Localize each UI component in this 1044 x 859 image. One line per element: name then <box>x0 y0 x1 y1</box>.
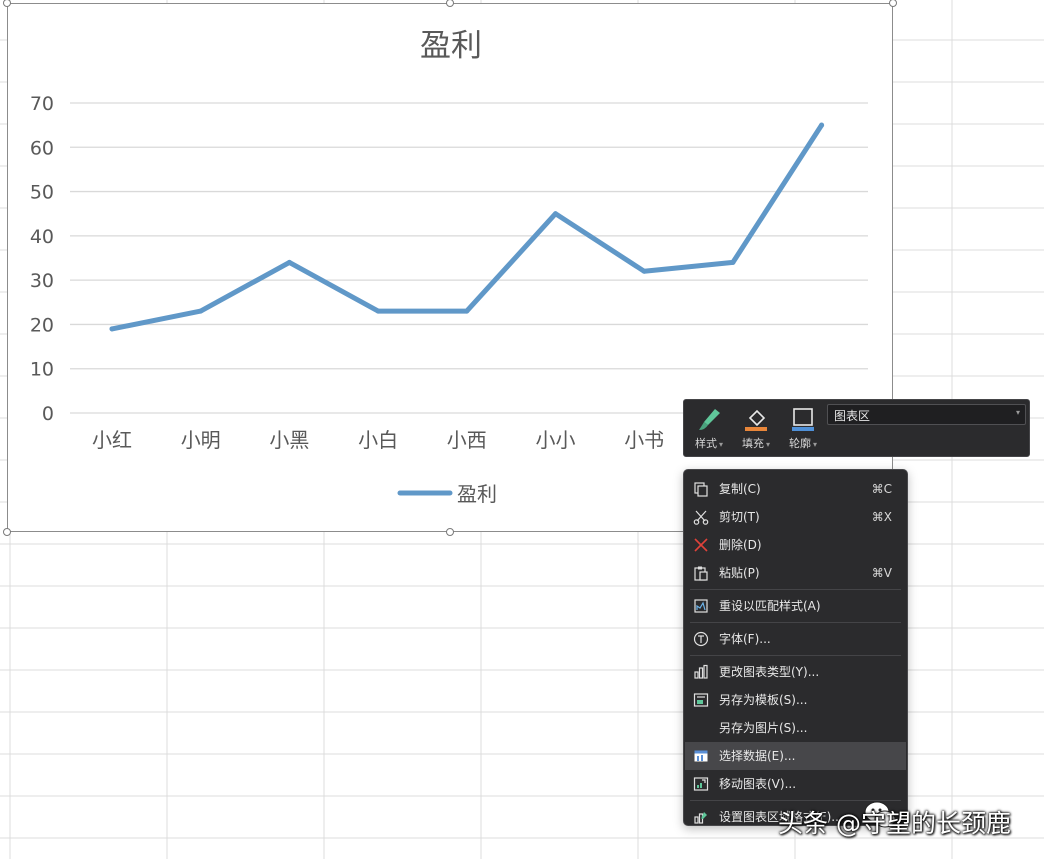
menu-item-label: 删除(D) <box>719 538 762 552</box>
y-axis-labels[interactable]: 0 10 20 30 40 50 60 70 <box>30 93 54 425</box>
menu-item-label: 剪切(T) <box>719 510 760 524</box>
y-tick-label: 60 <box>30 137 54 159</box>
y-tick-label: 10 <box>30 359 54 381</box>
legend[interactable]: 盈利 <box>397 482 497 506</box>
chevron-down-icon: ▾ <box>765 440 770 449</box>
chevron-down-icon: ▾ <box>718 440 723 449</box>
fill-button[interactable]: 填充 ▾ <box>734 404 778 454</box>
menu-item-shortcut: ⌘C <box>871 482 892 496</box>
chevron-down-icon: ▾ <box>812 440 817 449</box>
paste-icon <box>694 566 708 581</box>
data-point[interactable] <box>286 259 292 265</box>
menu-item-label: 字体(F)... <box>719 632 771 646</box>
outline-button[interactable]: 轮廓 ▾ <box>781 404 825 454</box>
x-tick-label: 小书 <box>624 428 664 452</box>
menu-item-label: 另存为图片(S)... <box>719 721 808 735</box>
select-data-icon <box>694 750 708 762</box>
menu-item-cut[interactable]: 剪切(T) ⌘X <box>685 503 906 531</box>
y-tick-label: 30 <box>30 270 54 292</box>
x-tick-label: 小黑 <box>269 428 309 452</box>
resize-handle-bottom-middle[interactable] <box>446 528 454 536</box>
y-tick-label: 70 <box>30 93 54 115</box>
menu-item-label: 移动图表(V)... <box>719 777 797 791</box>
x-tick-label: 小白 <box>358 428 398 452</box>
y-tick-label: 50 <box>30 182 54 204</box>
data-point[interactable] <box>198 308 204 314</box>
chart-type-icon <box>694 664 708 679</box>
x-tick-label: 小明 <box>181 428 221 452</box>
reset-style-icon <box>694 599 708 613</box>
menu-item-label: 另存为模板(S)... <box>719 693 808 707</box>
data-point[interactable] <box>553 211 558 217</box>
x-tick-label: 小小 <box>536 428 576 452</box>
delete-icon <box>694 538 708 552</box>
data-point[interactable] <box>730 259 736 265</box>
copy-icon <box>694 482 708 497</box>
chart-element-dropdown[interactable]: 图表区 ▾ <box>827 404 1026 425</box>
template-icon <box>693 693 709 707</box>
menu-item-change-chart-type[interactable]: 更改图表类型(Y)... <box>685 658 906 686</box>
y-tick-label: 20 <box>30 314 54 336</box>
brush-icon <box>699 409 720 430</box>
resize-handle-bottom-left[interactable] <box>3 528 11 536</box>
move-chart-icon <box>693 777 709 791</box>
chart-format-toolbar: 样式 ▾ 填充 ▾ 轮廓 ▾ 图表区 ▾ <box>683 399 1030 457</box>
menu-separator <box>690 589 901 590</box>
chart-element-value: 图表区 <box>834 409 871 423</box>
menu-item-label: 选择数据(E)... <box>719 749 796 763</box>
context-menu: 复制(C) ⌘C 剪切(T) ⌘X 删除(D) 粘贴(P) ⌘V 重设以匹配样式… <box>683 469 908 826</box>
data-point[interactable] <box>819 122 825 128</box>
x-tick-label: 小红 <box>92 428 132 452</box>
menu-item-label: 更改图表类型(Y)... <box>719 665 820 679</box>
data-point[interactable] <box>109 326 115 332</box>
watermark-text: 头条 @守望的长颈鹿 <box>778 809 1011 838</box>
data-point[interactable] <box>641 268 647 274</box>
legend-label: 盈利 <box>457 482 497 506</box>
style-button[interactable]: 样式 ▾ <box>687 404 731 454</box>
menu-item-delete[interactable]: 删除(D) <box>685 531 906 559</box>
menu-item-paste[interactable]: 粘贴(P) ⌘V <box>685 559 906 587</box>
chevron-down-icon: ▾ <box>1015 408 1020 417</box>
menu-item-shortcut: ⌘X <box>871 510 892 524</box>
data-point[interactable] <box>375 308 381 314</box>
menu-item-save-as-image[interactable]: 另存为图片(S)... <box>685 714 906 742</box>
chart-title[interactable]: 盈利 <box>420 28 482 64</box>
gridlines <box>70 102 868 414</box>
menu-item-font[interactable]: 字体(F)... <box>685 625 906 653</box>
series-line[interactable] <box>109 122 825 332</box>
menu-item-move-chart[interactable]: 移动图表(V)... <box>685 770 906 798</box>
outline-label: 轮廓 <box>788 437 811 450</box>
series-group[interactable] <box>109 122 825 332</box>
menu-item-shortcut: ⌘V <box>871 566 892 580</box>
menu-separator <box>690 622 901 623</box>
menu-separator <box>690 655 901 656</box>
data-point[interactable] <box>464 308 470 314</box>
format-chart-area-icon <box>694 812 707 824</box>
menu-item-label: 重设以匹配样式(A) <box>719 599 821 613</box>
menu-item-label: 粘贴(P) <box>719 566 760 580</box>
style-label: 样式 <box>694 437 717 450</box>
font-icon <box>693 631 709 647</box>
fill-bucket-icon <box>745 409 767 431</box>
x-tick-label: 小西 <box>447 428 487 452</box>
y-tick-label: 40 <box>30 226 54 248</box>
menu-item-select-data[interactable]: 选择数据(E)... <box>685 742 906 770</box>
outline-icon <box>792 408 814 431</box>
menu-item-reset-style[interactable]: 重设以匹配样式(A) <box>685 592 906 620</box>
menu-item-save-as-template[interactable]: 另存为模板(S)... <box>685 686 906 714</box>
menu-item-copy[interactable]: 复制(C) ⌘C <box>685 475 906 503</box>
x-axis-labels[interactable]: 小红小明小黑小白小西小小小书小名 <box>92 428 753 452</box>
y-tick-label: 0 <box>42 403 54 425</box>
menu-item-label: 复制(C) <box>719 482 761 496</box>
scissors-icon <box>693 510 709 525</box>
fill-label: 填充 <box>741 437 764 450</box>
